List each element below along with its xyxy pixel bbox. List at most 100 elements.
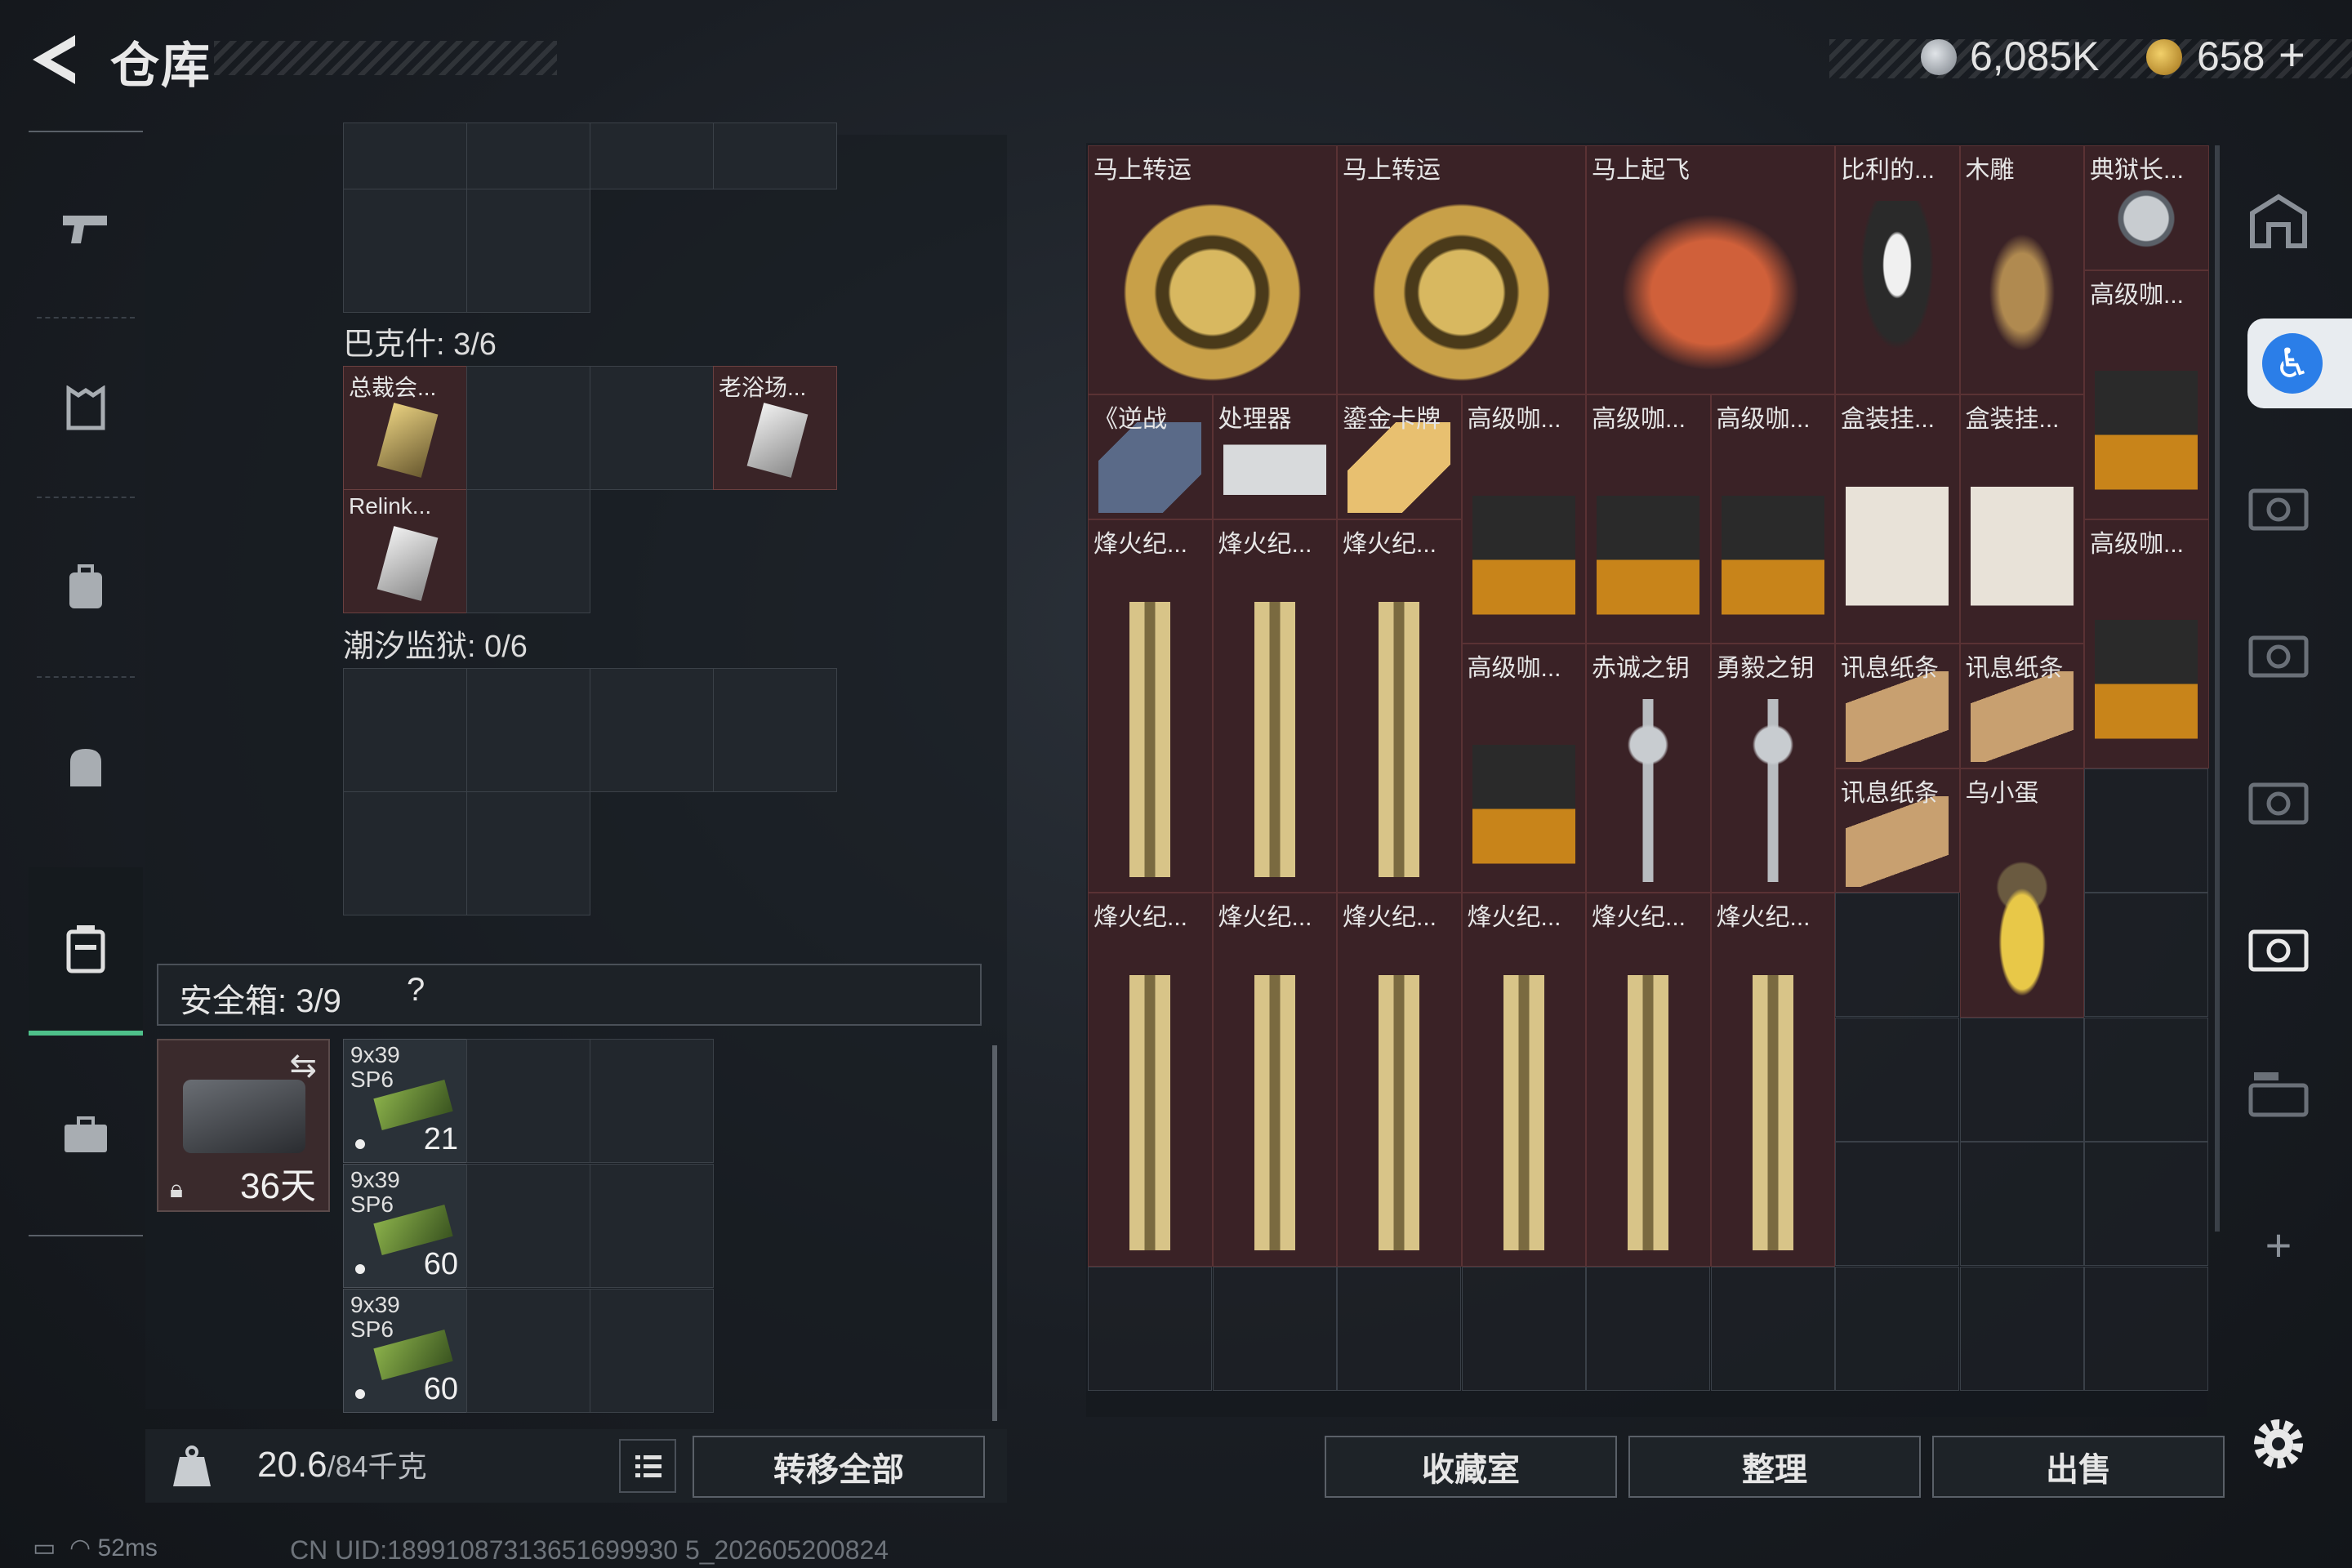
grid-cell[interactable] bbox=[1835, 1017, 1959, 1142]
grid-cell[interactable] bbox=[2084, 1142, 2208, 1266]
grid-cell[interactable] bbox=[590, 668, 714, 792]
stash-scrollbar[interactable] bbox=[2215, 145, 2220, 1232]
stash-item-goldcard[interactable]: 鎏金卡牌 bbox=[1337, 394, 1462, 519]
grid-cell[interactable] bbox=[590, 1289, 714, 1413]
stash-item-device[interactable]: 处理器 bbox=[1212, 394, 1337, 519]
grid-cell[interactable] bbox=[1959, 1142, 2084, 1266]
stash-item-card[interactable]: 《逆战 bbox=[1088, 394, 1213, 519]
grid-cell[interactable] bbox=[466, 668, 590, 792]
grid-cell[interactable] bbox=[590, 1164, 714, 1288]
stash-item-trophy[interactable]: 烽火纪... bbox=[1337, 893, 1462, 1267]
stash-item-box[interactable]: 盒装挂... bbox=[1835, 394, 1960, 644]
stash-item-paper[interactable]: 讯息纸条 bbox=[1835, 644, 1960, 768]
stash-tab-2[interactable] bbox=[2238, 466, 2319, 547]
sell-button[interactable]: 出售 bbox=[1932, 1436, 2225, 1498]
list-view-button[interactable] bbox=[619, 1439, 676, 1493]
stash-item-trophy[interactable]: 烽火纪... bbox=[1212, 519, 1337, 893]
nav-armor[interactable] bbox=[29, 318, 143, 498]
ammo-item[interactable]: 9x39 SP6 60 bbox=[343, 1164, 467, 1288]
stash-tab-3[interactable] bbox=[2238, 612, 2319, 694]
stash-item-egg[interactable]: 乌小蛋 bbox=[1959, 768, 2084, 1018]
stash-item-coffee[interactable]: 高级咖... bbox=[1710, 394, 1835, 644]
stash-item-key[interactable]: 赤诚之钥 bbox=[1586, 644, 1711, 893]
grid-cell[interactable] bbox=[466, 122, 590, 189]
grid-cell[interactable] bbox=[343, 122, 467, 189]
grid-cell[interactable] bbox=[343, 791, 467, 915]
stash-item-doll[interactable]: 比利的... bbox=[1835, 145, 1960, 394]
safe-box-icon[interactable]: ⇆ 🔒︎ 36天 bbox=[157, 1039, 330, 1212]
stash-item-trophy[interactable]: 烽火纪... bbox=[1586, 893, 1711, 1267]
grid-cell[interactable] bbox=[1212, 1266, 1337, 1391]
grid-cell[interactable] bbox=[590, 1039, 714, 1163]
stash-tab-4[interactable] bbox=[2238, 760, 2319, 841]
scrollbar[interactable] bbox=[992, 1045, 997, 1421]
stash-item-paper[interactable]: 讯息纸条 bbox=[1835, 768, 1960, 893]
stash-tab-active[interactable] bbox=[2238, 906, 2319, 988]
stash-item-horse[interactable]: 马上起飞 bbox=[1586, 145, 1835, 394]
collection-room-button[interactable]: 收藏室 bbox=[1325, 1436, 1617, 1498]
stash-item-coffee[interactable]: 高级咖... bbox=[2084, 270, 2209, 519]
nav-backpack[interactable] bbox=[29, 498, 143, 678]
grid-cell[interactable] bbox=[2084, 768, 2208, 893]
nav-briefcase[interactable] bbox=[29, 1045, 143, 1225]
grid-cell[interactable] bbox=[343, 189, 467, 313]
nav-safe-case[interactable] bbox=[29, 867, 143, 1036]
stash-item-trophy[interactable]: 烽火纪... bbox=[1337, 519, 1462, 893]
stash-item-paper[interactable]: 讯息纸条 bbox=[1959, 644, 2084, 768]
grid-cell[interactable] bbox=[590, 366, 714, 490]
stash-item-statue[interactable]: 木雕 bbox=[1959, 145, 2084, 394]
grid-cell[interactable] bbox=[1959, 1017, 2084, 1142]
stash-item-coffee[interactable]: 高级咖... bbox=[1461, 644, 1586, 893]
stash-item-coffee[interactable]: 高级咖... bbox=[1586, 394, 1711, 644]
grid-cell[interactable] bbox=[1710, 1266, 1835, 1391]
ammo-item[interactable]: 9x39 SP6 21 bbox=[343, 1039, 467, 1163]
grid-cell[interactable] bbox=[2084, 1017, 2208, 1142]
transfer-all-button[interactable]: 转移全部 bbox=[693, 1436, 985, 1498]
organize-button[interactable]: 整理 bbox=[1628, 1436, 1921, 1498]
stash-item-trophy[interactable]: 烽火纪... bbox=[1088, 893, 1213, 1267]
grid-cell[interactable] bbox=[1835, 1266, 1959, 1391]
item-card[interactable]: 总裁会... bbox=[343, 366, 467, 490]
grid-cell[interactable] bbox=[466, 1039, 590, 1163]
add-currency-button[interactable]: + bbox=[2278, 28, 2305, 81]
grid-cell[interactable] bbox=[1337, 1266, 1461, 1391]
item-card[interactable]: 老浴场... bbox=[713, 366, 837, 490]
settings-gear-icon[interactable] bbox=[2246, 1411, 2311, 1477]
grid-cell[interactable] bbox=[1835, 893, 1959, 1017]
stash-item-badge[interactable]: 典狱长... bbox=[2084, 145, 2209, 270]
grid-cell[interactable] bbox=[590, 122, 714, 189]
stash-item-trophy[interactable]: 烽火纪... bbox=[1212, 893, 1337, 1267]
stash-item-coffee[interactable]: 高级咖... bbox=[2084, 519, 2209, 768]
stash-item-box[interactable]: 盒装挂... bbox=[1959, 394, 2084, 644]
stash-item-trophy[interactable]: 烽火纪... bbox=[1461, 893, 1586, 1267]
stash-tab-gti[interactable] bbox=[2238, 1054, 2319, 1135]
help-icon[interactable]: ? bbox=[407, 972, 425, 1009]
item-card[interactable]: Relink... bbox=[343, 489, 467, 613]
grid-cell[interactable] bbox=[2084, 1266, 2208, 1391]
stash-item-coffee[interactable]: 高级咖... bbox=[1461, 394, 1586, 644]
grid-cell[interactable] bbox=[713, 668, 837, 792]
grid-cell[interactable] bbox=[466, 189, 590, 313]
grid-cell[interactable] bbox=[466, 1164, 590, 1288]
grid-cell[interactable] bbox=[466, 791, 590, 915]
nav-weapon[interactable] bbox=[29, 139, 143, 318]
nav-chest-rig[interactable] bbox=[29, 678, 143, 858]
ammo-item[interactable]: 9x39 SP6 60 bbox=[343, 1289, 467, 1413]
grid-cell[interactable] bbox=[1461, 1266, 1586, 1391]
back-arrow-icon[interactable] bbox=[24, 31, 90, 88]
grid-cell[interactable] bbox=[466, 366, 590, 490]
grid-cell[interactable] bbox=[1586, 1266, 1710, 1391]
grid-cell[interactable] bbox=[1835, 1142, 1959, 1266]
grid-cell[interactable] bbox=[1959, 1266, 2084, 1391]
grid-cell[interactable] bbox=[466, 1289, 590, 1413]
grid-cell[interactable] bbox=[466, 489, 590, 613]
grid-cell[interactable] bbox=[343, 668, 467, 792]
stash-item-coin[interactable]: 马上转运 bbox=[1088, 145, 1337, 394]
accessibility-button[interactable]: ♿︎ bbox=[2247, 318, 2352, 408]
stash-tab-home[interactable] bbox=[2238, 180, 2319, 261]
stash-item-coin[interactable]: 马上转运 bbox=[1337, 145, 1586, 394]
grid-cell[interactable] bbox=[713, 122, 837, 189]
grid-cell[interactable] bbox=[1088, 1266, 1212, 1391]
stash-item-key[interactable]: 勇毅之钥 bbox=[1710, 644, 1835, 893]
stash-item-trophy[interactable]: 烽火纪... bbox=[1088, 519, 1213, 893]
